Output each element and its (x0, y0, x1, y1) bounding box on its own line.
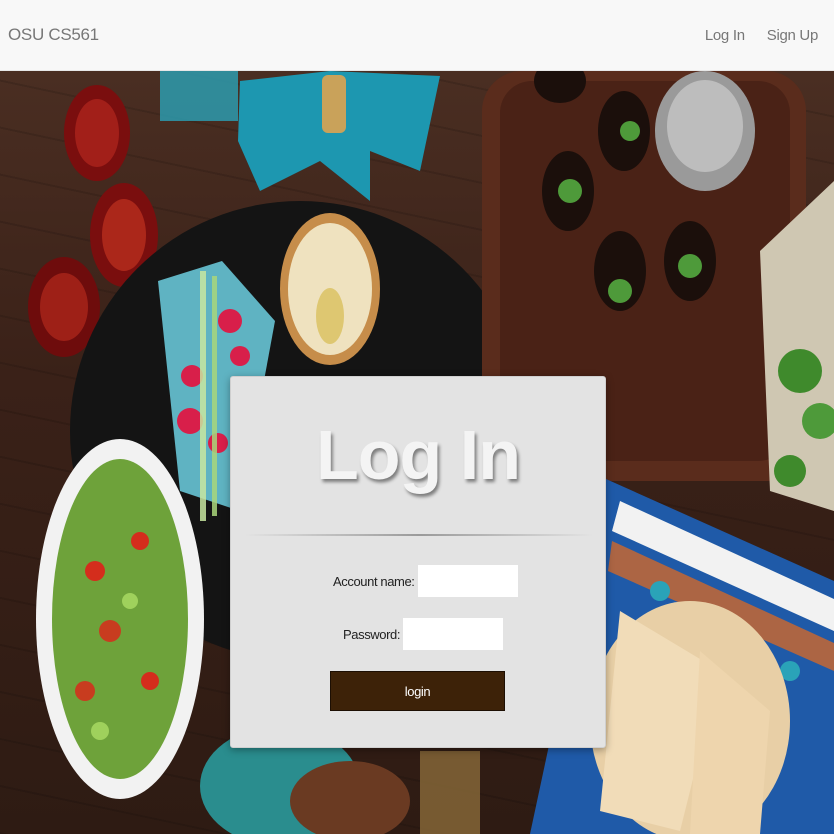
password-label: Password: (343, 626, 401, 642)
login-panel: Log In Account name: Password: login (230, 376, 606, 748)
account-input[interactable] (417, 565, 518, 597)
login-title: Log In (316, 416, 521, 494)
nav-links: Log In Sign Up (691, 27, 826, 44)
account-label: Account name: (333, 573, 415, 589)
top-navbar: OSU CS561 Log In Sign Up (0, 0, 834, 71)
divider (245, 534, 593, 536)
account-field-row: Account name: (333, 565, 518, 597)
nav-signup-link[interactable]: Sign Up (753, 27, 826, 44)
login-button[interactable]: login (330, 671, 505, 711)
password-input[interactable] (403, 618, 504, 650)
password-field-row: Password: (343, 618, 504, 650)
brand-link[interactable]: OSU CS561 (8, 25, 99, 45)
nav-login-link[interactable]: Log In (691, 27, 753, 44)
